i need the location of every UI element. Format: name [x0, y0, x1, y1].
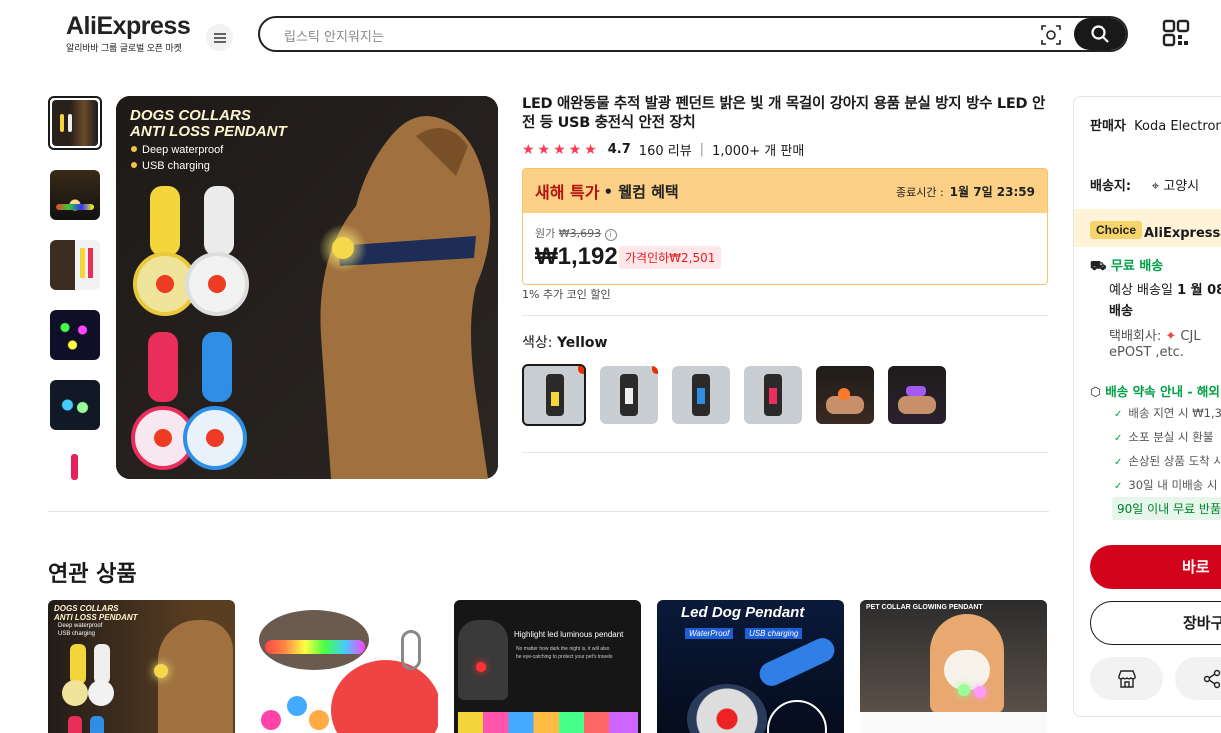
variant-purple[interactable] — [888, 366, 946, 424]
promo-box: 새해 특가 • 웰컴 혜택 종료시간 :1월 7일 23:59 원가 ₩3,69… — [522, 168, 1048, 285]
thumbnail-6[interactable] — [50, 450, 100, 482]
rating-value: 4.7 — [607, 142, 631, 157]
promo-subtitle: • 웰컴 혜택 — [603, 182, 679, 201]
divider — [522, 452, 1048, 453]
add-to-cart-button[interactable]: 장바구 — [1090, 601, 1221, 645]
thumbnail-4[interactable] — [50, 310, 100, 360]
truck-icon: ⛟ — [1090, 259, 1107, 274]
related-products-list: DOGS COLLARS ANTI LOSS PENDANT Deep wate… — [48, 600, 1047, 733]
search-icon — [1091, 25, 1109, 43]
sold-count: 1,000+ 개 판매 — [712, 144, 805, 159]
search-bar[interactable]: 립스틱 안지워지는 — [258, 16, 1128, 52]
logo-text: AliExpress — [66, 12, 191, 40]
info-icon[interactable]: i — [604, 229, 617, 241]
location-icon: ⌖ — [1151, 179, 1160, 194]
product-title: LED 애완동물 추적 발광 펜던트 밝은 빛 개 목걸이 강아지 용품 분실 … — [522, 96, 1045, 131]
card-text: Highlight led luminous pendant — [514, 630, 624, 639]
promise-item: ✓ 소포 분실 시 환불 — [1114, 430, 1214, 444]
buy-now-button[interactable]: 바로 — [1090, 545, 1221, 589]
seller-info[interactable]: 판매자 Koda Electron — [1090, 115, 1221, 134]
qr-code-icon[interactable] — [1162, 19, 1190, 47]
share-button[interactable] — [1175, 657, 1221, 700]
coin-discount: 1% 추가 코인 할인 — [522, 288, 611, 301]
search-button[interactable] — [1074, 18, 1126, 50]
review-count[interactable]: 160 리뷰 — [639, 140, 692, 159]
promo-end-time: 종료시간 :1월 7일 23:59 — [895, 184, 1035, 199]
variant-yellow[interactable] — [522, 364, 586, 426]
carrier-more: ePOST ,etc. — [1109, 345, 1184, 360]
card-text: DOGS COLLARS — [54, 604, 119, 613]
store-button[interactable] — [1090, 657, 1163, 700]
thumbnail-5[interactable] — [50, 380, 100, 430]
purchase-panel: 판매자 Koda Electron 배송지: ⌖ 고양시 Choice AliE… — [1073, 96, 1221, 717]
rating-row: ★★★★★ 4.7 160 리뷰 | 1,000+ 개 판매 — [522, 140, 805, 160]
hot-icon — [578, 366, 584, 374]
free-shipping: ⛟ 무료 배송 — [1090, 259, 1164, 274]
variant-white[interactable] — [600, 366, 658, 424]
delivery-suffix: 배송 — [1109, 304, 1133, 319]
card-text: Led Dog Pendant — [681, 604, 805, 621]
image-text-4: USB charging — [142, 160, 210, 172]
card-text: No matter how dark the night is, it will… — [516, 646, 610, 652]
variant-blue[interactable] — [672, 366, 730, 424]
card-text: USB charging — [58, 631, 96, 637]
promise-item: ✓30일 내 미배송 시 전 — [1114, 478, 1221, 492]
search-input[interactable]: 립스틱 안지워지는 — [284, 26, 384, 45]
card-text: PET COLLAR GLOWING PENDANT — [866, 604, 983, 611]
related-product-card[interactable]: Highlight led luminous pendant No matter… — [454, 600, 641, 733]
thumbnail-1[interactable] — [48, 96, 102, 150]
sale-price: ₩1,192 — [535, 243, 618, 270]
choice-text: AliExpress의 — [1144, 226, 1221, 241]
card-text: Deep waterproof — [58, 623, 103, 629]
card-text: be eye-catching to protect your pet's tr… — [516, 654, 613, 660]
color-label: 색상: Yellow — [522, 335, 608, 351]
promo-title: 새해 특가 — [535, 183, 600, 202]
variant-orange[interactable] — [816, 366, 874, 424]
discount-badge: 가격인하₩2,501 — [619, 246, 722, 269]
divider — [48, 511, 1049, 512]
image-text-2: ANTI LOSS PENDANT — [129, 123, 289, 140]
variant-red[interactable] — [744, 366, 802, 424]
promise-item: ✓ 손상된 상품 도착 시 — [1114, 454, 1221, 468]
product-photo: DOGS COLLARS ANTI LOSS PENDANT Deep wate… — [116, 96, 498, 479]
related-product-card[interactable]: Led Dog Pendant WaterProof USB charging — [657, 600, 844, 733]
aliexpress-logo[interactable]: AliExpress 알리바바 그룹 글로벌 오픈 마켓 — [66, 12, 191, 54]
related-product-card[interactable]: PET COLLAR GLOWING PENDANT — [860, 600, 1047, 733]
thumbnail-list — [48, 96, 102, 482]
product-main-image[interactable]: DOGS COLLARS ANTI LOSS PENDANT Deep wate… — [116, 96, 498, 479]
delivery-promise[interactable]: ⬡ 배송 약속 안내 - 해외 — [1090, 381, 1220, 400]
divider — [522, 315, 1048, 316]
ship-to[interactable]: 배송지: ⌖ 고양시 — [1090, 175, 1199, 194]
free-returns-badge: 90일 이내 무료 반품 — [1112, 497, 1221, 520]
card-text: ANTI LOSS PENDANT — [54, 613, 138, 622]
promo-header: 새해 특가 • 웰컴 혜택 종료시간 :1월 7일 23:59 — [523, 169, 1047, 213]
related-products-title: 연관 상품 — [48, 562, 137, 587]
divider: | — [699, 142, 705, 157]
color-variants — [522, 364, 946, 426]
hamburger-icon — [213, 32, 226, 43]
menu-button[interactable] — [206, 24, 233, 51]
thumbnail-3[interactable] — [50, 240, 100, 290]
hot-icon — [652, 366, 658, 374]
choice-badge: Choice — [1090, 221, 1143, 239]
share-icon — [1203, 669, 1220, 688]
star-rating-icon: ★★★★★ — [522, 141, 600, 158]
original-price: 원가 ₩3,693 i — [535, 225, 617, 241]
related-product-card[interactable]: DOGS COLLARS ANTI LOSS PENDANT Deep wate… — [48, 600, 235, 733]
carrier: 택배회사: ✦ CJL — [1109, 329, 1201, 344]
store-icon — [1117, 669, 1136, 688]
logo-subtitle: 알리바바 그룹 글로벌 오픈 마켓 — [66, 44, 182, 54]
shield-icon: ⬡ — [1090, 384, 1101, 399]
image-text-3: Deep waterproof — [142, 144, 224, 156]
card-text: WaterProof — [685, 628, 734, 639]
card-text: USB charging — [745, 628, 803, 639]
thumbnail-2[interactable] — [50, 170, 100, 220]
estimated-delivery: 예상 배송일 1 월 08 — [1109, 283, 1221, 298]
image-text-1: DOGS COLLARS — [130, 107, 251, 124]
image-search-icon[interactable] — [1040, 24, 1062, 46]
related-product-card[interactable] — [251, 600, 438, 733]
promise-item: ✓배송 지연 시 ₩1,300 — [1114, 406, 1221, 420]
